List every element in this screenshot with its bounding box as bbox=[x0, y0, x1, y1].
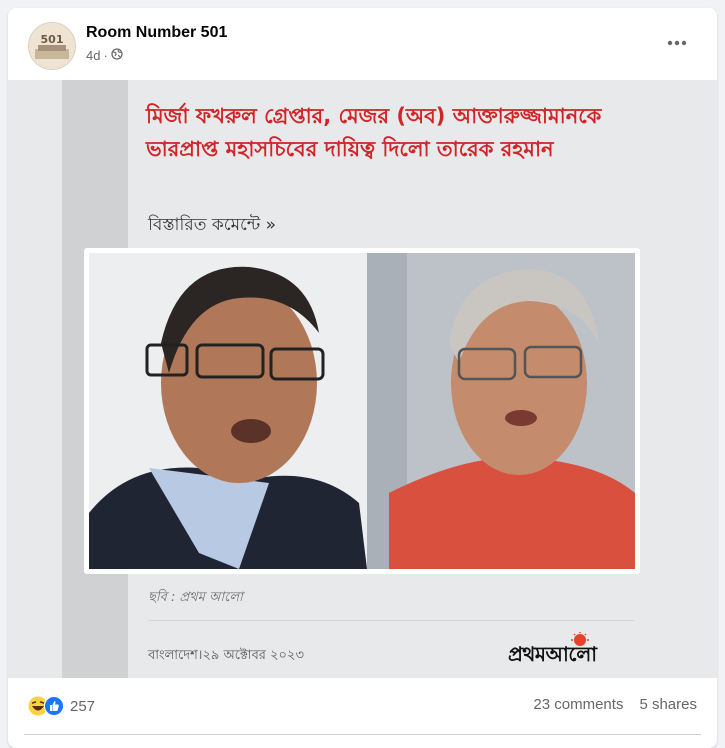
post-card: 501 Room Number 501 4d · মির্জা ফখরুল গ্… bbox=[8, 8, 717, 748]
media-divider bbox=[148, 620, 634, 621]
photo-caption: ছবি : প্রথম আলো bbox=[148, 590, 243, 605]
meta-separator: · bbox=[103, 48, 108, 63]
reaction-count: 257 bbox=[70, 697, 96, 715]
avatar-text: 501 bbox=[41, 33, 64, 46]
post-media[interactable]: মির্জা ফখরুল গ্রেপ্তার, মেজর (অব) আক্তার… bbox=[8, 80, 717, 678]
like-icon bbox=[44, 696, 64, 716]
page-name[interactable]: Room Number 501 bbox=[86, 24, 227, 42]
brand-text: প্রথমআলো bbox=[508, 642, 597, 666]
post-stats: 23 comments 5 shares bbox=[533, 696, 697, 713]
news-headline: মির্জা ফখরুল গ্রেপ্তার, মেজর (অব) আক্তার… bbox=[146, 104, 602, 161]
source-line: বাংলাদেশ।২৯ অক্টোবর ২০২৩ bbox=[148, 648, 304, 663]
shares-count[interactable]: 5 shares bbox=[639, 696, 697, 713]
photo-frame bbox=[84, 248, 640, 574]
post-header: 501 Room Number 501 4d · bbox=[8, 8, 717, 80]
comments-count[interactable]: 23 comments bbox=[533, 696, 623, 713]
more-horizontal-icon bbox=[667, 40, 687, 46]
post-footer: 257 23 comments 5 shares bbox=[8, 678, 717, 735]
post-meta: 4d · bbox=[86, 48, 123, 63]
more-options-button[interactable] bbox=[659, 28, 695, 58]
news-photo bbox=[89, 253, 635, 569]
reactions-summary[interactable]: 257 bbox=[28, 696, 95, 716]
prothom-alo-logo: প্রথমআলো bbox=[508, 632, 638, 668]
details-text: বিস্তারিত কমেন্টে » bbox=[148, 215, 277, 235]
globe-icon[interactable] bbox=[111, 48, 123, 63]
post-time[interactable]: 4d bbox=[86, 48, 100, 63]
page-avatar[interactable]: 501 bbox=[28, 22, 76, 70]
